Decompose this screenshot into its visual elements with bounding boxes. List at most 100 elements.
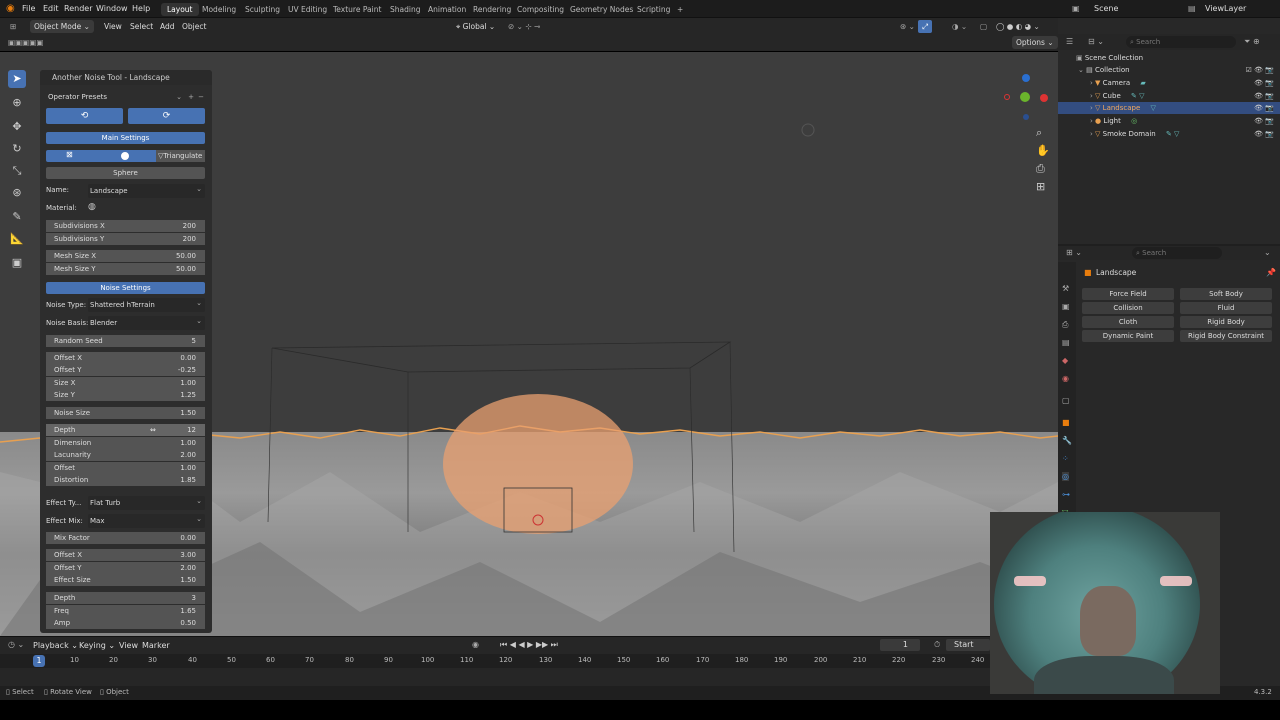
visibility-icon[interactable]: 👁 📷 <box>1254 77 1274 89</box>
tab-compositing[interactable]: Compositing <box>511 3 570 16</box>
rigid-body-constraint-button[interactable]: Rigid Body Constraint <box>1180 330 1272 342</box>
visibility-icon[interactable]: ⊛ ⌄ <box>896 20 919 33</box>
menu-window[interactable]: Window <box>96 4 128 13</box>
xray-icon[interactable]: ▢ <box>976 20 991 33</box>
freq-field[interactable]: Freq 1.65 <box>46 605 205 617</box>
preview-range-icon[interactable]: ⏱ <box>934 640 940 650</box>
transform-tool-icon[interactable]: ⊛ <box>8 184 26 202</box>
move-tool-icon[interactable]: ✥ <box>8 118 26 136</box>
fluid-button[interactable]: Fluid <box>1180 302 1272 314</box>
lacunarity-field[interactable]: Lacunarity 2.00 <box>46 449 205 461</box>
distortion-field[interactable]: Distortion 1.85 <box>46 474 205 486</box>
zoom-icon[interactable]: ⌕ <box>1036 126 1042 140</box>
perspective-grid-icon[interactable]: ⊞ <box>1036 180 1045 193</box>
timeline-keying-menu[interactable]: Keying ⌄ <box>79 641 115 650</box>
scene-tab-icon[interactable]: ◆ <box>1062 356 1068 365</box>
remove-preset-icon[interactable]: − <box>198 90 204 104</box>
pin-icon[interactable]: 📌 <box>1266 268 1276 277</box>
camera-view-icon[interactable]: ⎙ <box>1036 162 1045 176</box>
outliner-item-cube[interactable]: › ▽ Cube ✎ ▽ 👁 📷 <box>1058 90 1280 102</box>
pan-hand-icon[interactable]: ✋ <box>1036 144 1050 157</box>
properties-search-input[interactable]: ⌕ Search <box>1132 247 1222 259</box>
effect-type-select[interactable]: Flat Turb <box>88 494 205 510</box>
tab-layout[interactable]: Layout <box>161 3 199 16</box>
view-layer-icon[interactable]: ▤ <box>1188 4 1196 13</box>
timeline-playback-menu[interactable]: Playback ⌄ <box>33 641 78 650</box>
outliner-item-camera[interactable]: › ▼ Camera ▰ 👁 📷 <box>1058 77 1280 89</box>
visibility-icon[interactable]: 👁 📷 <box>1254 102 1274 114</box>
tab-rendering[interactable]: Rendering <box>467 3 517 16</box>
tab-sculpting[interactable]: Sculpting <box>239 3 286 16</box>
tab-scripting[interactable]: Scripting <box>631 3 676 16</box>
gizmo-toggle-icon[interactable]: ⤢ <box>918 20 932 33</box>
particles-tab-icon[interactable]: ⁘ <box>1062 454 1069 463</box>
offset-y-field[interactable]: Offset Y -0.25 <box>46 364 205 376</box>
add-workspace-button[interactable]: + <box>671 3 689 16</box>
physics-tab-icon[interactable]: ◎ <box>1062 472 1069 481</box>
playhead[interactable]: 1 <box>33 655 45 667</box>
expand-icon[interactable]: › <box>1090 79 1093 87</box>
scene-icon[interactable]: ▣ <box>1072 4 1080 13</box>
render-tab-icon[interactable]: ▣ <box>1062 302 1070 311</box>
effect-depth-field[interactable]: Depth 3 <box>46 592 205 604</box>
menu-object[interactable]: Object <box>178 20 210 33</box>
menu-select[interactable]: Select <box>126 20 157 33</box>
world-tab-icon[interactable]: ◉ <box>1062 374 1069 383</box>
collection-row[interactable]: ⌄ ▤ Collection ☑ 👁 📷 <box>1058 64 1280 76</box>
properties-options-icon[interactable]: ⌄ <box>1264 248 1271 257</box>
tab-animation[interactable]: Animation <box>422 3 472 16</box>
rigid-body-button[interactable]: Rigid Body <box>1180 316 1272 328</box>
rotate-tool-icon[interactable]: ↻ <box>8 140 26 158</box>
smooth-toggle-icon[interactable]: ⊠ <box>66 150 73 159</box>
effect-size-field[interactable]: Effect Size 1.50 <box>46 574 205 586</box>
menu-view[interactable]: View <box>100 20 126 33</box>
expand-icon[interactable]: › <box>1090 92 1093 100</box>
annotate-tool-icon[interactable]: ✎ <box>8 208 26 226</box>
offset-x-field[interactable]: Offset X 0.00 <box>46 352 205 364</box>
menu-edit[interactable]: Edit <box>43 4 59 13</box>
visibility-icon[interactable]: 👁 📷 <box>1254 90 1274 102</box>
add-cube-tool-icon[interactable]: ▣ <box>8 254 26 272</box>
collection-visibility-icon[interactable]: ☑ 👁 📷 <box>1246 64 1274 76</box>
modifiers-tab-icon[interactable]: 🔧 <box>1062 436 1072 445</box>
material-sphere-icon[interactable]: ◍ <box>88 202 96 212</box>
start-frame-field[interactable]: Start <box>946 639 990 651</box>
offset-field[interactable]: Offset 1.00 <box>46 462 205 474</box>
overlay-icon[interactable]: ◑ ⌄ <box>948 20 971 33</box>
select-mode-icon[interactable]: ▣▣▣▣▣ <box>4 36 47 49</box>
menu-file[interactable]: File <box>22 4 35 13</box>
visibility-icon[interactable]: 👁 📷 <box>1254 128 1274 140</box>
main-settings-button[interactable]: Main Settings <box>46 132 205 144</box>
collision-button[interactable]: Collision <box>1082 302 1174 314</box>
transform-orientation-select[interactable]: ⌖ Global ⌄ <box>452 20 499 33</box>
expand-icon[interactable]: › <box>1090 117 1093 125</box>
z-axis-icon[interactable] <box>1022 74 1030 82</box>
scene-collection-row[interactable]: ▣ Scene Collection <box>1058 52 1280 64</box>
outliner-editor-icon[interactable]: ☰ <box>1066 37 1073 46</box>
outliner-item-smoke-domain[interactable]: › ▽ Smoke Domain ✎ ▽ 👁 📷 <box>1058 128 1280 140</box>
operator-panel-title[interactable]: Another Noise Tool - Landscape <box>40 70 212 85</box>
collection-tab-icon[interactable]: ▢ <box>1062 396 1070 405</box>
visibility-icon[interactable]: 👁 📷 <box>1254 115 1274 127</box>
menu-render[interactable]: Render <box>64 4 92 13</box>
noise-basis-select[interactable]: Blender <box>88 314 205 330</box>
timeline-editor-icon[interactable]: ◷ ⌄ <box>8 640 24 649</box>
options-button[interactable]: Options ⌄ <box>1012 36 1058 49</box>
noise-type-select[interactable]: Shattered hTerrain <box>88 296 205 312</box>
random-seed-field[interactable]: Random Seed 5 <box>46 335 205 347</box>
measure-tool-icon[interactable]: 📐 <box>8 230 26 248</box>
view-layer-name[interactable]: ViewLayer <box>1205 4 1246 13</box>
view-layer-tab-icon[interactable]: ▤ <box>1062 338 1070 347</box>
scale-tool-icon[interactable]: ⤡ <box>8 162 26 180</box>
operator-presets-dropdown[interactable]: Operator Presets ⌄ + − <box>44 90 208 104</box>
object-tab-icon[interactable]: ■ <box>1062 418 1070 427</box>
menu-help[interactable]: Help <box>132 4 150 13</box>
menu-add[interactable]: Add <box>156 20 179 33</box>
outliner-item-light[interactable]: › ● Light ◎ 👁 📷 <box>1058 115 1280 127</box>
size-y-field[interactable]: Size Y 1.25 <box>46 389 205 401</box>
noise-size-field[interactable]: Noise Size 1.50 <box>46 407 205 419</box>
x-axis-icon[interactable] <box>1040 94 1048 102</box>
tool-tab-icon[interactable]: ⚒ <box>1062 284 1069 293</box>
output-tab-icon[interactable]: ⎙ <box>1062 320 1068 330</box>
size-x-field[interactable]: Size X 1.00 <box>46 377 205 389</box>
